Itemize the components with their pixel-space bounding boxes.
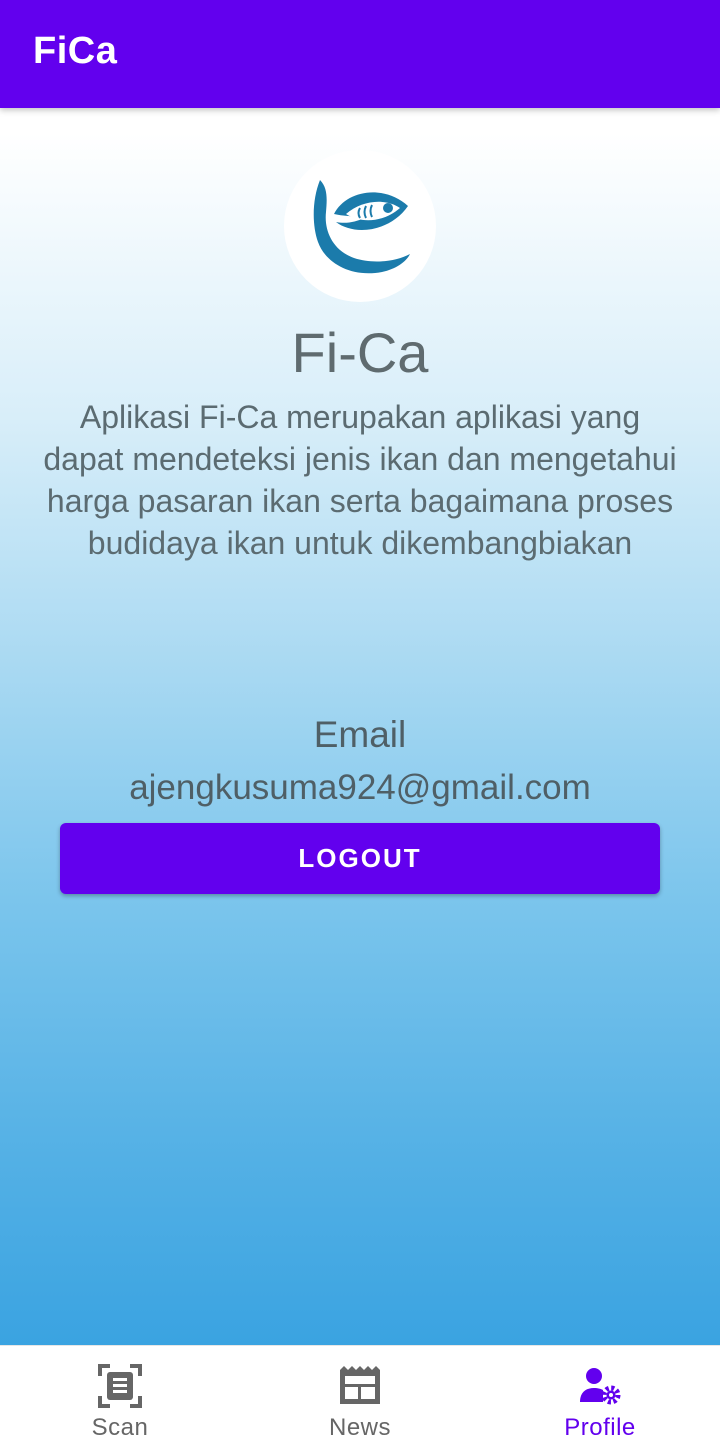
nav-item-scan[interactable]: Scan — [0, 1346, 240, 1446]
nav-item-news[interactable]: News — [240, 1346, 480, 1446]
nav-label-news: News — [328, 1414, 391, 1441]
fish-logo-icon — [313, 180, 410, 274]
nav-item-profile[interactable]: Profile — [480, 1346, 720, 1446]
app-logo — [284, 150, 436, 302]
news-icon — [340, 1366, 380, 1404]
profile-settings-icon — [580, 1368, 621, 1405]
scan-icon — [98, 1364, 142, 1408]
profile-content: Fi-Ca Aplikasi Fi-Ca merupakan aplikasi … — [0, 108, 720, 1345]
app-title: FiCa — [33, 30, 118, 72]
nav-label-scan: Scan — [91, 1414, 149, 1441]
app-name: Fi-Ca — [291, 321, 429, 384]
bottom-navigation: Scan News Profile — [0, 1345, 720, 1446]
email-label: Email — [313, 714, 407, 755]
app-bar: FiCa — [0, 0, 720, 108]
nav-label-profile: Profile — [564, 1414, 636, 1441]
logout-button[interactable]: LOGOUT — [60, 823, 660, 894]
email-value: ajengkusuma924@gmail.com — [129, 768, 591, 807]
app-description: Aplikasi Fi-Ca merupakan aplikasi yang d… — [43, 399, 677, 561]
